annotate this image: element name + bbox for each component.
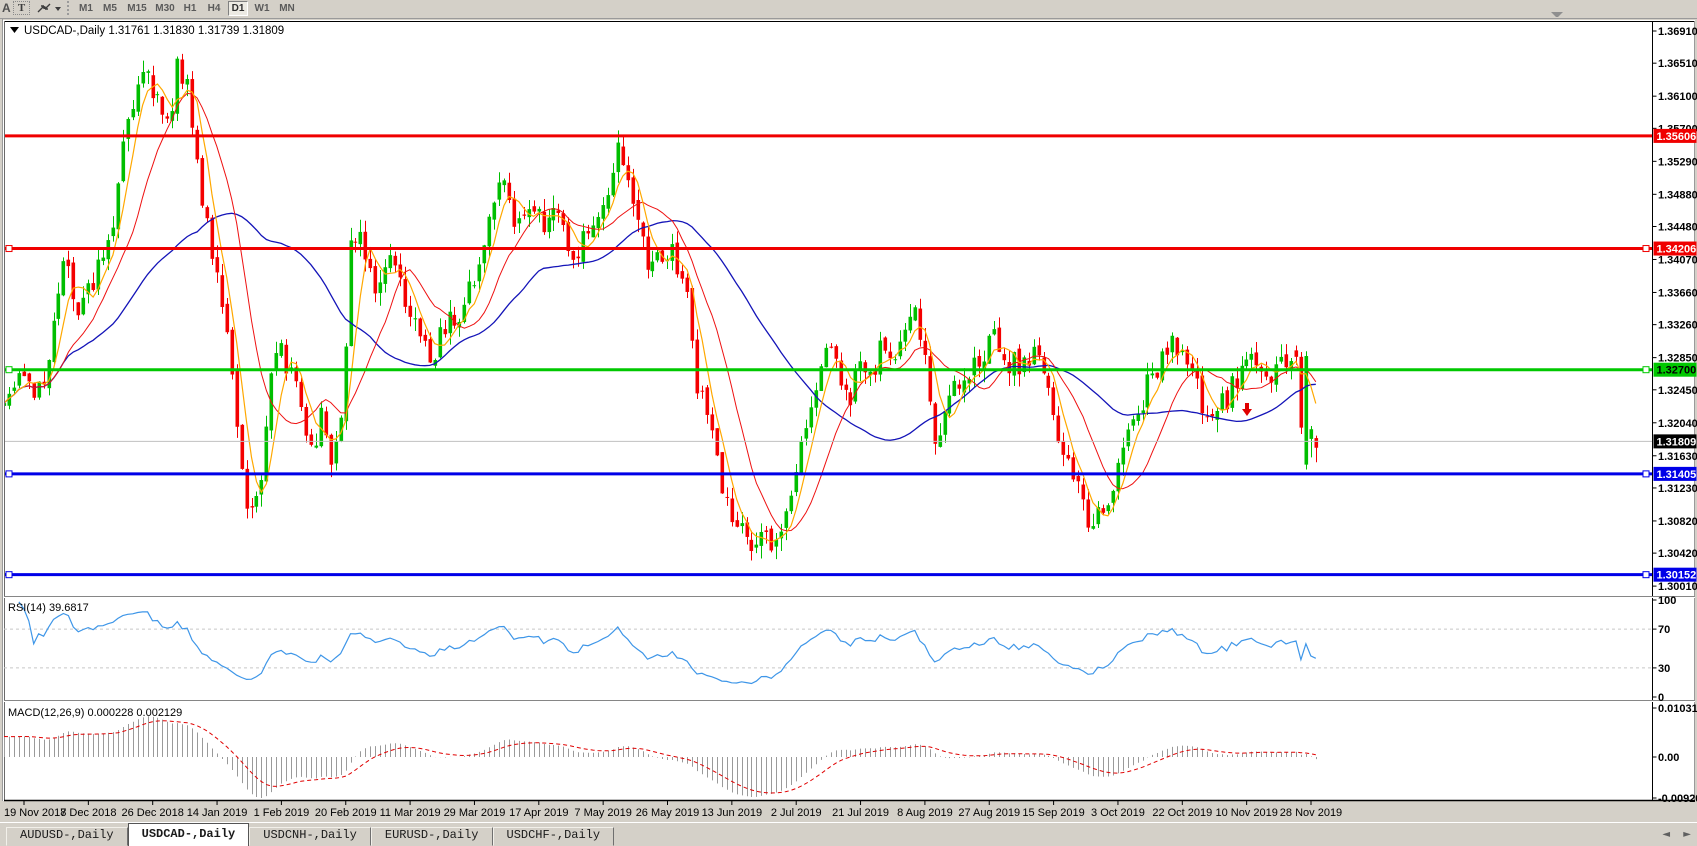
svg-text:1.30820: 1.30820 xyxy=(1658,516,1697,528)
svg-text:7 May 2019: 7 May 2019 xyxy=(574,807,631,819)
rsi-label: RSI(14) 39.6817 xyxy=(8,602,89,614)
svg-text:21 Jul 2019: 21 Jul 2019 xyxy=(832,807,889,819)
svg-text:100: 100 xyxy=(1658,595,1676,607)
hline-handle[interactable] xyxy=(6,572,12,578)
timeframe-m15-button[interactable]: M15 xyxy=(124,1,150,16)
svg-text:1.34880: 1.34880 xyxy=(1658,189,1697,201)
tab-usdcad-daily[interactable]: USDCAD-,Daily xyxy=(128,823,250,846)
tab-eurusd-daily[interactable]: EURUSD-,Daily xyxy=(371,827,493,846)
svg-text:70: 70 xyxy=(1658,624,1670,636)
svg-text:27 Aug 2019: 27 Aug 2019 xyxy=(958,807,1020,819)
svg-text:1.30010: 1.30010 xyxy=(1658,581,1697,593)
price-chart[interactable]: 1.369101.365101.361001.357001.352901.348… xyxy=(0,17,1697,822)
terminal-window: A T M1 M5 M15 M30 H1 H4 D1 W1 MN 1.36910… xyxy=(0,0,1697,846)
svg-text:22 Oct 2019: 22 Oct 2019 xyxy=(1152,807,1212,819)
toolbar-separator xyxy=(67,1,71,15)
chart-title: USDCAD-,Daily 1.31761 1.31830 1.31739 1.… xyxy=(24,25,284,37)
timeframe-h1-button[interactable]: H1 xyxy=(180,1,200,16)
svg-text:29 Mar 2019: 29 Mar 2019 xyxy=(444,807,506,819)
svg-text:0.00: 0.00 xyxy=(1658,752,1679,764)
svg-text:7 Dec 2018: 7 Dec 2018 xyxy=(60,807,116,819)
svg-text:1.36510: 1.36510 xyxy=(1658,58,1697,70)
hline-handle[interactable] xyxy=(6,471,12,477)
chart-tabs-bar: AUDUSD-,Daily USDCAD-,Daily USDCNH-,Dail… xyxy=(0,822,1697,846)
svg-text:28 Nov 2019: 28 Nov 2019 xyxy=(1280,807,1342,819)
svg-text:1 Feb 2019: 1 Feb 2019 xyxy=(254,807,310,819)
svg-text:1.36910: 1.36910 xyxy=(1658,26,1697,38)
tab-usdcnh-daily[interactable]: USDCNH-,Daily xyxy=(249,827,371,846)
svg-text:10 Nov 2019: 10 Nov 2019 xyxy=(1215,807,1277,819)
svg-text:1.34070: 1.34070 xyxy=(1658,254,1697,266)
timeframe-m30-button[interactable]: M30 xyxy=(152,1,178,16)
timeframe-d1-button[interactable]: D1 xyxy=(228,1,248,16)
svg-text:17 Apr 2019: 17 Apr 2019 xyxy=(509,807,568,819)
svg-text:19 Nov 2018: 19 Nov 2018 xyxy=(4,807,66,819)
cursor-mode-button[interactable] xyxy=(35,1,62,15)
hline-handle[interactable] xyxy=(1643,246,1649,252)
svg-text:11 Mar 2019: 11 Mar 2019 xyxy=(380,807,441,819)
toolbar: A T M1 M5 M15 M30 H1 H4 D1 W1 MN xyxy=(0,0,1697,17)
tab-scroll-arrows: ◄ ► xyxy=(1652,829,1691,840)
svg-text:3 Oct 2019: 3 Oct 2019 xyxy=(1091,807,1145,819)
svg-text:15 Sep 2019: 15 Sep 2019 xyxy=(1022,807,1084,819)
svg-text:1.36100: 1.36100 xyxy=(1658,91,1697,103)
timeframe-mn-button[interactable]: MN xyxy=(276,1,298,16)
tabs-scroll-left-icon[interactable]: ◄ xyxy=(1662,829,1670,840)
svg-text:1.31230: 1.31230 xyxy=(1658,483,1697,495)
svg-text:20 Feb 2019: 20 Feb 2019 xyxy=(315,807,377,819)
tab-audusd-daily[interactable]: AUDUSD-,Daily xyxy=(6,827,128,846)
svg-text:2 Jul 2019: 2 Jul 2019 xyxy=(771,807,822,819)
timeframe-m1-button[interactable]: M1 xyxy=(76,1,96,16)
dropdown-caret-icon xyxy=(55,7,61,11)
svg-text:1.32700: 1.32700 xyxy=(1657,365,1697,377)
svg-text:1.33660: 1.33660 xyxy=(1658,287,1697,299)
hline-handle[interactable] xyxy=(6,367,12,373)
svg-text:1.35290: 1.35290 xyxy=(1658,156,1697,168)
svg-text:1.32450: 1.32450 xyxy=(1658,385,1697,397)
svg-text:1.33260: 1.33260 xyxy=(1658,320,1697,332)
svg-text:14 Jan 2019: 14 Jan 2019 xyxy=(187,807,248,819)
svg-text:1.30152: 1.30152 xyxy=(1657,570,1697,582)
svg-text:-0.009203: -0.009203 xyxy=(1658,793,1697,805)
svg-text:1.35606: 1.35606 xyxy=(1657,131,1697,143)
svg-text:26 Dec 2018: 26 Dec 2018 xyxy=(122,807,184,819)
svg-text:26 May 2019: 26 May 2019 xyxy=(636,807,700,819)
hline-handle[interactable] xyxy=(1643,572,1649,578)
diagonal-arrows-icon xyxy=(36,2,52,14)
timeframe-w1-button[interactable]: W1 xyxy=(252,1,272,16)
svg-text:1.31630: 1.31630 xyxy=(1658,451,1697,463)
svg-text:8 Aug 2019: 8 Aug 2019 xyxy=(897,807,953,819)
svg-text:1.30420: 1.30420 xyxy=(1658,548,1697,560)
svg-text:1.32040: 1.32040 xyxy=(1658,418,1697,430)
svg-text:1.31405: 1.31405 xyxy=(1657,469,1697,481)
svg-text:13 Jun 2019: 13 Jun 2019 xyxy=(702,807,763,819)
hline-handle[interactable] xyxy=(1643,367,1649,373)
svg-text:1.34206: 1.34206 xyxy=(1657,244,1697,256)
timeframe-m5-button[interactable]: M5 xyxy=(100,1,120,16)
svg-text:1.31809: 1.31809 xyxy=(1657,436,1697,448)
svg-text:1.34480: 1.34480 xyxy=(1658,221,1697,233)
tabs-scroll-right-icon[interactable]: ► xyxy=(1683,829,1691,840)
timeframe-h4-button[interactable]: H4 xyxy=(204,1,224,16)
hline-handle[interactable] xyxy=(1643,471,1649,477)
macd-label: MACD(12,26,9) 0.000228 0.002129 xyxy=(8,707,182,719)
tab-usdchf-daily[interactable]: USDCHF-,Daily xyxy=(493,827,615,846)
cropped-toolbar-icon: A xyxy=(2,1,11,15)
svg-text:30: 30 xyxy=(1658,663,1670,675)
text-label-tool-button[interactable]: T xyxy=(13,1,30,15)
svg-text:0.010311: 0.010311 xyxy=(1658,703,1697,715)
hline-handle[interactable] xyxy=(6,246,12,252)
